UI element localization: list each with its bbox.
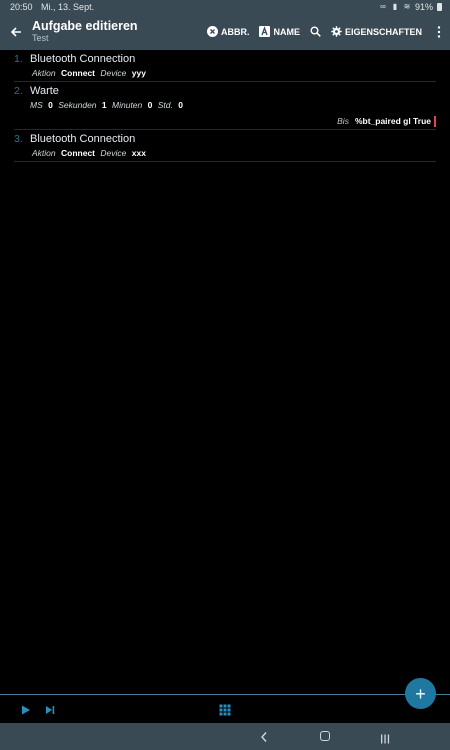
action-item[interactable]: 3. Bluetooth Connection Aktion Connect D…	[14, 130, 436, 162]
add-action-button[interactable]: +	[405, 678, 436, 709]
param-value: 1	[101, 100, 107, 110]
bottom-toolbar	[0, 695, 450, 723]
param-key: Device	[100, 148, 127, 158]
action-name: Bluetooth Connection	[30, 133, 136, 145]
action-params: Aktion Connect Device yyy	[14, 68, 436, 79]
action-list: 1. Bluetooth Connection Aktion Connect D…	[14, 50, 436, 162]
grid-icon	[219, 704, 231, 716]
play-button[interactable]	[20, 703, 32, 715]
action-condition: Bis %bt_paired gl True	[14, 115, 436, 127]
param-value: Connect	[61, 148, 95, 158]
action-params: MS 0 Sekunden 1 Minuten 0 Std. 0	[14, 100, 436, 111]
search-button[interactable]	[310, 13, 321, 50]
action-number: 1.	[14, 53, 23, 65]
param-key: MS	[30, 100, 43, 110]
param-key: Device	[100, 68, 127, 78]
step-button[interactable]	[44, 703, 56, 715]
properties-button[interactable]: EIGENSCHAFTEN	[331, 13, 422, 50]
gear-icon	[331, 26, 342, 37]
name-button[interactable]: NAME	[259, 13, 300, 50]
param-key: Std.	[157, 100, 173, 110]
link-icon: ∞	[380, 1, 386, 11]
system-nav-bar	[0, 723, 450, 750]
abbr-button[interactable]: ABBR.	[206, 13, 250, 50]
plus-icon: +	[415, 683, 426, 704]
name-label: NAME	[273, 26, 300, 37]
search-icon	[310, 26, 321, 37]
action-number: 3.	[14, 133, 23, 145]
param-value: yyy	[131, 68, 146, 78]
condition-marker	[434, 115, 436, 127]
nav-recents-button[interactable]	[380, 731, 390, 749]
action-params: Aktion Connect Device xxx	[14, 148, 436, 159]
clipboard-icon: ▮	[392, 1, 398, 11]
chevron-left-icon	[261, 732, 267, 742]
param-key: Aktion	[32, 148, 56, 158]
condition-value: %bt_paired gl True	[354, 116, 431, 126]
action-item[interactable]: 1. Bluetooth Connection Aktion Connect D…	[14, 50, 436, 82]
page-subtitle: Test	[32, 33, 49, 43]
letter-a-icon	[259, 26, 271, 37]
param-value: 0	[48, 100, 53, 110]
param-value: xxx	[131, 148, 146, 158]
properties-label: EIGENSCHAFTEN	[344, 26, 422, 37]
condition-key: Bis	[337, 116, 349, 126]
abbr-label: ABBR.	[220, 26, 250, 37]
action-name: Warte	[30, 85, 59, 97]
param-key: Aktion	[32, 68, 56, 78]
param-value: Connect	[61, 68, 95, 78]
play-icon	[22, 705, 30, 715]
param-key: Minuten	[112, 100, 143, 110]
nav-home-button[interactable]	[320, 731, 330, 741]
battery-icon	[437, 2, 442, 11]
param-value: 0	[178, 100, 183, 110]
back-button[interactable]	[0, 13, 32, 50]
app-bar: Aufgabe editieren Test ABBR. NAME EIGENS…	[0, 13, 450, 50]
recents-icon	[381, 734, 390, 744]
wifi-icon: ≋	[403, 1, 411, 11]
page-title: Aufgabe editieren	[32, 19, 138, 33]
battery-percent: 91%	[414, 1, 433, 12]
status-time: 20:50	[10, 1, 33, 12]
status-bar: 20:50 Mi., 13. Sept. ∞ ▮ ≋ 91%	[0, 0, 450, 13]
status-date: Mi., 13. Sept.	[41, 1, 95, 12]
overflow-menu-button[interactable]	[432, 13, 446, 50]
cancel-circle-icon	[206, 26, 218, 37]
arrow-back-icon	[10, 26, 21, 37]
action-number: 2.	[14, 85, 23, 97]
action-name: Bluetooth Connection	[30, 53, 136, 65]
skip-next-icon	[46, 706, 55, 714]
more-vertical-icon	[437, 25, 441, 38]
nav-back-button[interactable]	[260, 730, 268, 748]
param-key: Sekunden	[58, 100, 97, 110]
grid-button[interactable]	[219, 703, 231, 716]
param-value: 0	[147, 100, 153, 110]
action-item[interactable]: 2. Warte MS 0 Sekunden 1 Minuten 0 Std. …	[14, 82, 436, 130]
